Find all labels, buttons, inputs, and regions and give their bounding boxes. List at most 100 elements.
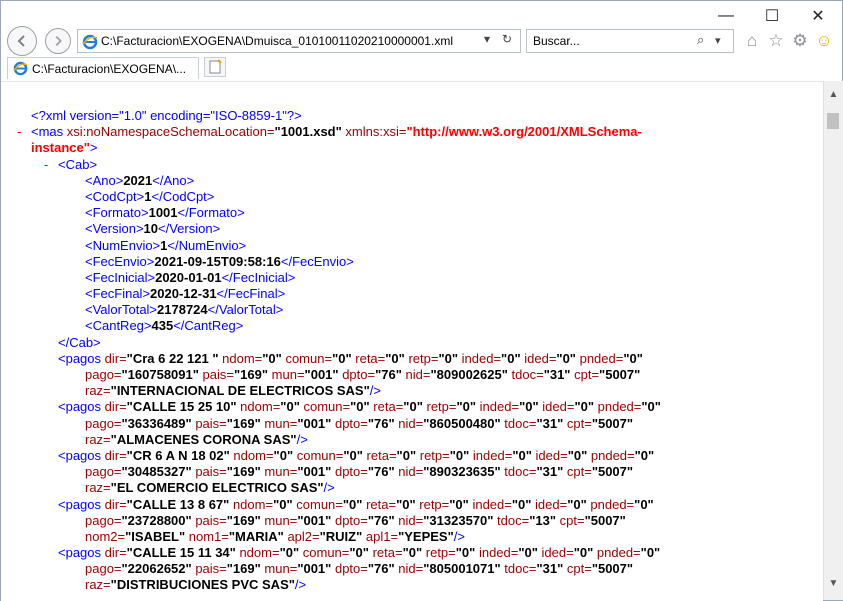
xml-attr-value: "0" [512, 447, 532, 463]
xml-tag-close: </ValorTotal> [207, 302, 284, 318]
tab-active[interactable]: C:\Facturacion\EXOGENA\... [7, 57, 199, 79]
xml-attr-name: apl1= [365, 528, 399, 544]
xml-tag-close: /> [323, 480, 335, 496]
home-icon[interactable]: ⌂ [742, 31, 762, 51]
xml-tag-close: </Version> [158, 221, 221, 237]
xml-attr-value: "36336489" [121, 415, 192, 431]
xml-attr-value: "0" [634, 447, 655, 463]
xml-tag-open: <CantReg> [85, 318, 152, 334]
xml-attr-value: "0" [273, 496, 293, 512]
forward-arrow-icon [55, 36, 62, 46]
xml-tag-open: <pagos [58, 496, 105, 512]
xml-attr-value: "0" [574, 399, 594, 415]
xml-attr-name: dpto= [334, 561, 368, 577]
xml-pagos-line: pago="23728800" pais="169" mun="001" dpt… [1, 513, 821, 529]
address-dropdown-icon[interactable]: ▾ [484, 32, 490, 46]
forward-button[interactable] [45, 28, 71, 54]
address-bar[interactable]: C:\Facturacion\EXOGENA\Dmuisca_010100110… [77, 29, 521, 53]
xml-pagos-line: raz="EL COMERCIO ELECTRICO SAS"/> [1, 480, 821, 496]
back-button[interactable] [7, 26, 37, 56]
xml-attr-value: "31" [536, 464, 564, 480]
xml-attr-value: "EL COMERCIO ELECTRICO SAS" [110, 480, 324, 496]
collapse-toggle[interactable]: - [17, 124, 21, 140]
xml-attr-name: pais= [195, 415, 227, 431]
xml-tag-close: </FecEnvio> [280, 253, 354, 269]
xml-tag-open: <pagos [58, 399, 105, 415]
xml-cab-field: <CantReg>435</CantReg> [1, 318, 821, 334]
xml-attr-value: "ALMACENES CORONA SAS" [110, 431, 297, 447]
xml-attr-name: pais= [195, 512, 227, 528]
xml-declaration: <?xml version="1.0" encoding="ISO-8859-1… [31, 108, 302, 123]
xml-attr-name: tdoc= [511, 367, 544, 382]
xml-text-value: 2020-12-31 [150, 286, 217, 302]
xml-attr-name: retp= [425, 545, 456, 561]
xml-text-value: 1 [144, 188, 152, 204]
xml-attr-value: "860500480" [423, 415, 501, 431]
search-box[interactable]: Buscar... ⌕ ▾ [526, 29, 734, 53]
scroll-thumb[interactable] [827, 113, 839, 129]
xml-attr-value: "0" [349, 545, 369, 561]
xml-attr-value: "0" [511, 496, 532, 512]
xml-attr-value: "0" [556, 350, 576, 366]
xml-attr-name: raz= [85, 383, 111, 399]
xml-tag-open: <NumEnvio> [85, 237, 161, 253]
xml-text-value: 2178724 [157, 302, 208, 318]
xml-pagos-line: raz="INTERNACIONAL DE ELECTRICOS SAS"/> [1, 383, 821, 399]
xml-attr-value: "169" [226, 512, 261, 528]
xml-pagos-line: <pagos dir="CALLE 15 11 34" ndom="0" com… [1, 545, 821, 561]
xml-text-value: 435 [151, 318, 174, 334]
smiley-feedback-icon[interactable]: ☺ [814, 31, 834, 51]
search-dropdown-icon[interactable]: ▾ [715, 34, 721, 47]
xml-attr-value: "805001071" [423, 561, 501, 577]
xml-attr-name: inded= [472, 447, 513, 463]
new-tab-button[interactable] [204, 57, 226, 77]
xml-attr-value: "CR 6 A N 18 02" [126, 447, 230, 463]
refresh-icon[interactable]: ↻ [502, 32, 512, 46]
xml-attr-value: "001" [304, 367, 339, 382]
vertical-scrollbar[interactable]: ▲ ▼ [823, 81, 843, 600]
xml-attr-name: mun= [271, 367, 305, 382]
xml-tag-close: </NumEnvio> [167, 237, 247, 253]
xml-cab-field: <CodCpt>1</CodCpt> [1, 189, 821, 205]
scroll-down-icon[interactable]: ▼ [824, 578, 843, 594]
xml-attr-name: pais= [195, 464, 227, 480]
xml-pagos-line: pago="36336489" pais="169" mun="001" dpt… [1, 416, 821, 432]
xml-attr-name: reta= [373, 399, 404, 415]
xml-tag-close: </Formato> [177, 205, 245, 221]
xml-attr-name: cpt= [574, 367, 600, 382]
xml-attr-value: "76" [367, 561, 395, 577]
new-tab-icon [209, 59, 222, 74]
xml-attr-value: "169" [226, 464, 261, 480]
xml-attr-name: dpto= [334, 415, 368, 431]
favorites-star-icon[interactable]: ☆ [766, 31, 786, 51]
xml-attr-name: dir= [104, 545, 127, 561]
xml-text-value: 10 [143, 221, 159, 237]
xml-attr-value: "INTERNACIONAL DE ELECTRICOS SAS" [110, 383, 370, 399]
collapse-toggle[interactable]: - [44, 157, 48, 173]
xml-attr-name: ndom= [240, 399, 281, 415]
xml-attr-name: reta= [372, 545, 403, 561]
xml-text-value: 2021 [123, 172, 153, 188]
xml-tag-open: <pagos [58, 447, 105, 463]
xml-attr-name: ndom= [232, 496, 274, 512]
gear-icon[interactable]: ⚙ [790, 31, 810, 51]
xml-attr-value: "0" [396, 496, 416, 512]
xml-attr-value: "31" [543, 367, 571, 382]
xml-cab-field: <Formato>1001</Formato> [1, 205, 821, 221]
xml-tree: <?xml version="1.0" encoding="ISO-8859-1… [1, 108, 821, 594]
xml-attr-name: nid= [398, 415, 424, 431]
xml-attr-value: "001" [297, 512, 332, 528]
xml-attr-value: "5007" [591, 464, 634, 480]
xml-tag-close: /> [296, 431, 308, 447]
search-icon[interactable]: ⌕ [697, 32, 704, 48]
scroll-up-icon[interactable]: ▲ [824, 89, 843, 105]
xml-attr-name: ided= [524, 350, 557, 366]
xml-attr-value: "0" [573, 545, 594, 561]
xml-attr-value: "13" [529, 512, 557, 528]
xml-attr-value: "0" [634, 496, 654, 512]
xml-attr-value: "0" [623, 350, 643, 366]
address-url: C:\Facturacion\EXOGENA\Dmuisca_010100110… [101, 34, 453, 48]
xml-pagos-line: pago="160758091" pais="169" mun="001" dp… [1, 367, 821, 383]
xml-attr-name: tdoc= [504, 561, 537, 577]
search-input[interactable]: Buscar... [533, 34, 580, 48]
